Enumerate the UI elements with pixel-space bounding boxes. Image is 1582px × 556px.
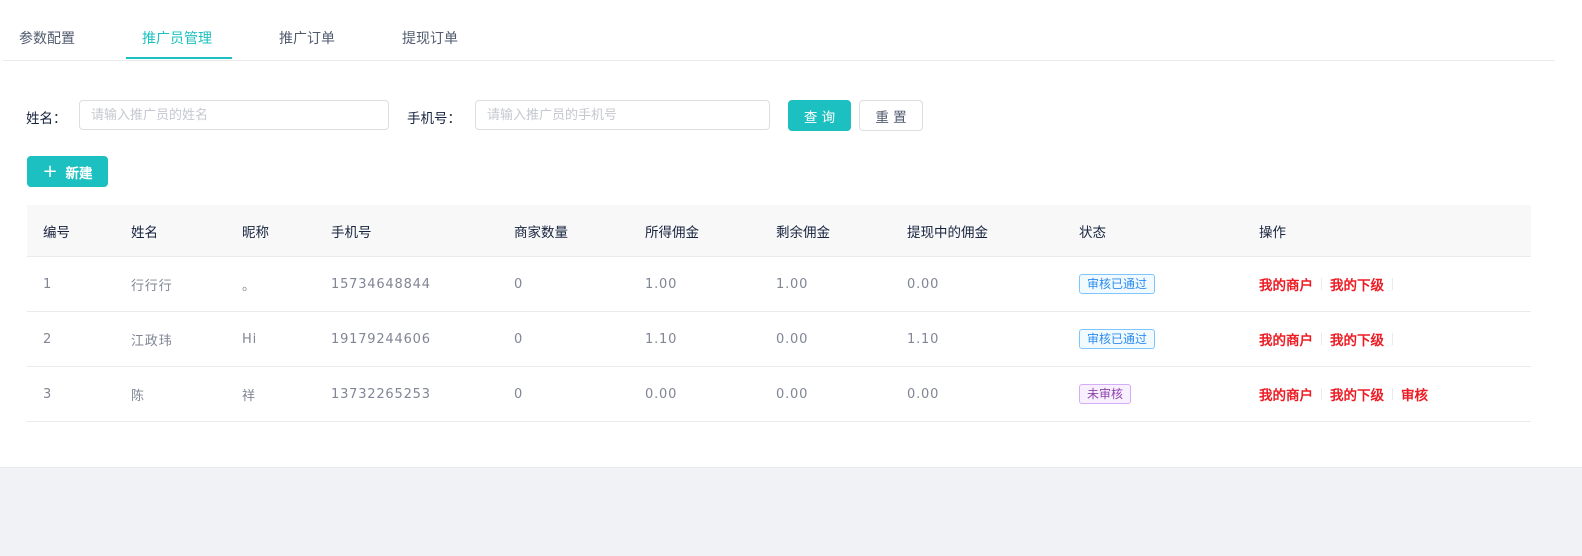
- status-cell: 审核已通过: [1079, 257, 1156, 311]
- status-cell: 未审核: [1079, 367, 1132, 421]
- table-header: 编号 姓名 昵称 手机号 商家数量 所得佣金 剩余佣金 提现中的佣金 状态 操作: [27, 205, 1531, 257]
- cell-withdrawing: 0.00: [907, 276, 940, 292]
- header-status: 状态: [1079, 224, 1106, 241]
- my-subordinates-link[interactable]: 我的下级: [1330, 274, 1384, 294]
- my-merchants-link[interactable]: 我的商户: [1259, 384, 1313, 404]
- header-actions: 操作: [1259, 224, 1286, 241]
- cell-merchant-count: 0: [514, 386, 524, 402]
- query-button[interactable]: 查 询: [788, 100, 851, 131]
- new-button[interactable]: + 新建: [27, 156, 108, 187]
- status-cell: 审核已通过: [1079, 312, 1156, 366]
- cell-name: 江政玮: [131, 333, 173, 349]
- action-divider: [1392, 333, 1393, 345]
- phone-label: 手机号：: [407, 111, 461, 127]
- my-merchants-link[interactable]: 我的商户: [1259, 274, 1313, 294]
- cell-nickname: Hi: [242, 331, 257, 347]
- cell-withdrawing: 1.10: [907, 331, 940, 347]
- tab-withdraw-orders[interactable]: 提现订单: [402, 0, 458, 60]
- active-tab-indicator: [126, 57, 232, 59]
- name-label: 姓名：: [26, 111, 67, 127]
- tab-promotion-orders[interactable]: 推广订单: [279, 0, 335, 60]
- cell-earned: 1.10: [645, 331, 678, 347]
- cell-remaining: 1.00: [776, 276, 809, 292]
- my-subordinates-link[interactable]: 我的下级: [1330, 329, 1384, 349]
- actions-cell: 我的商户 我的下级: [1259, 312, 1401, 366]
- header-nickname: 昵称: [242, 224, 269, 241]
- cell-phone: 15734648844: [331, 276, 431, 292]
- header-withdrawing-commission: 提现中的佣金: [907, 224, 988, 241]
- cell-id: 3: [43, 386, 53, 402]
- cell-phone: 19179244606: [331, 331, 431, 347]
- promoter-table: 编号 姓名 昵称 手机号 商家数量 所得佣金 剩余佣金 提现中的佣金 状态 操作…: [27, 205, 1531, 422]
- status-badge: 审核已通过: [1079, 329, 1156, 349]
- cell-nickname: 祥: [242, 388, 256, 404]
- review-link[interactable]: 审核: [1401, 384, 1428, 404]
- table-row: 1 行行行 。 15734648844 0 1.00 1.00 0.00 审核已…: [27, 257, 1531, 312]
- tab-bar: 参数配置 推广员管理 推广订单 提现订单: [3, 0, 1555, 61]
- name-search-input[interactable]: [79, 100, 389, 130]
- cell-name: 行行行: [131, 278, 173, 294]
- my-subordinates-link[interactable]: 我的下级: [1330, 384, 1384, 404]
- cell-id: 2: [43, 331, 53, 347]
- cell-earned: 0.00: [645, 386, 678, 402]
- action-divider: [1321, 333, 1322, 345]
- cell-merchant-count: 0: [514, 276, 524, 292]
- cell-name: 陈: [131, 388, 145, 404]
- action-divider: [1392, 388, 1393, 400]
- actions-cell: 我的商户 我的下级: [1259, 257, 1401, 311]
- phone-search-input[interactable]: [475, 100, 770, 130]
- action-divider: [1392, 278, 1393, 290]
- reset-button[interactable]: 重 置: [859, 100, 923, 131]
- status-badge: 审核已通过: [1079, 274, 1156, 294]
- action-divider: [1321, 278, 1322, 290]
- header-remaining-commission: 剩余佣金: [776, 224, 830, 241]
- cell-withdrawing: 0.00: [907, 386, 940, 402]
- action-divider: [1321, 388, 1322, 400]
- table-row: 2 江政玮 Hi 19179244606 0 1.10 0.00 1.10 审核…: [27, 312, 1531, 367]
- plus-icon: +: [42, 160, 58, 182]
- cell-remaining: 0.00: [776, 386, 809, 402]
- tab-promoter-management[interactable]: 推广员管理: [142, 0, 212, 60]
- header-merchant-count: 商家数量: [514, 224, 568, 241]
- header-phone: 手机号: [331, 224, 372, 241]
- header-id: 编号: [43, 224, 70, 241]
- cell-id: 1: [43, 276, 53, 292]
- table-row: 3 陈 祥 13732265253 0 0.00 0.00 0.00 未审核 我…: [27, 367, 1531, 422]
- status-badge: 未审核: [1079, 384, 1132, 404]
- new-button-label: 新建: [65, 165, 93, 182]
- my-merchants-link[interactable]: 我的商户: [1259, 329, 1313, 349]
- cell-nickname: 。: [242, 278, 256, 294]
- cell-earned: 1.00: [645, 276, 678, 292]
- content-card: 参数配置 推广员管理 推广订单 提现订单 姓名： 手机号： 查 询 重 置 + …: [0, 0, 1582, 468]
- cell-remaining: 0.00: [776, 331, 809, 347]
- header-earned-commission: 所得佣金: [645, 224, 699, 241]
- cell-phone: 13732265253: [331, 386, 431, 402]
- cell-merchant-count: 0: [514, 331, 524, 347]
- tab-params-config[interactable]: 参数配置: [19, 0, 75, 60]
- header-name: 姓名: [131, 224, 158, 241]
- actions-cell: 我的商户 我的下级 审核: [1259, 367, 1428, 421]
